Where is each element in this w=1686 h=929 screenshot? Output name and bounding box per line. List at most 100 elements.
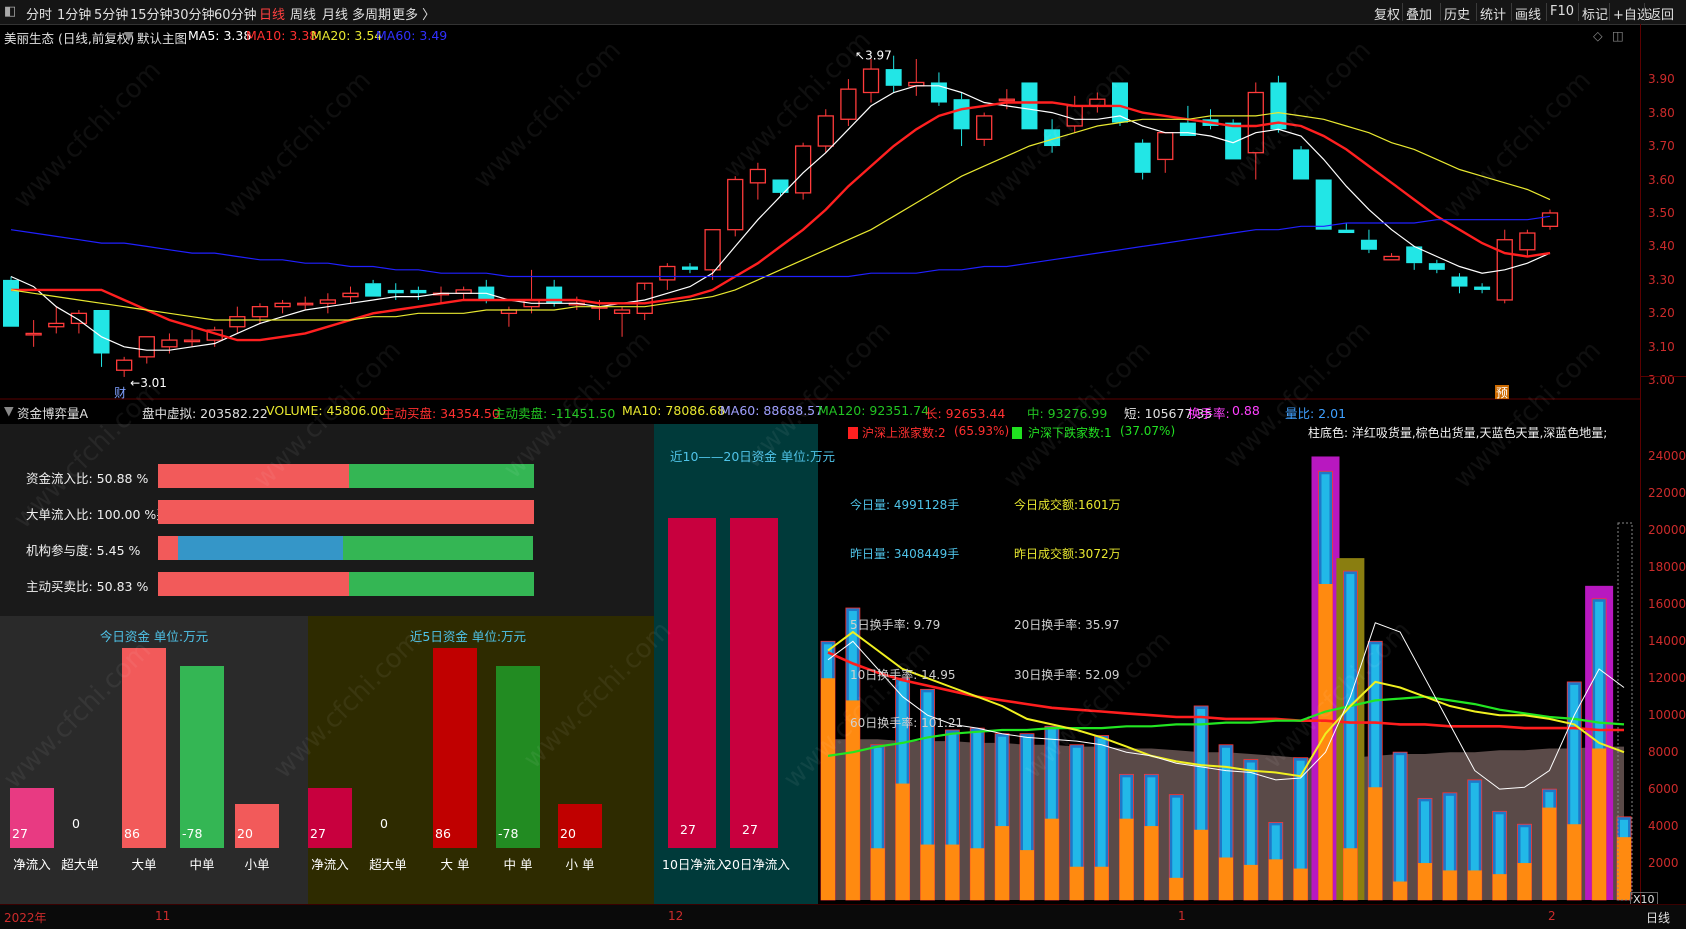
template-selector[interactable]: 默认主图: [137, 28, 187, 47]
candle: [817, 109, 834, 153]
flow-bar-category: 大单: [131, 857, 157, 872]
today-amount: 今日成交额:1601万: [1014, 498, 1121, 512]
candle: [1134, 139, 1151, 180]
toolbar-item-6[interactable]: 日线: [259, 4, 285, 23]
chart-diamond-icon[interactable]: ◇: [1593, 28, 1603, 43]
toolbar-right-item-5[interactable]: F10: [1550, 4, 1574, 19]
forecast-marker[interactable]: 预: [1496, 386, 1508, 400]
candle: [1474, 283, 1491, 294]
volume-bar: [1143, 773, 1159, 901]
ratio-bar-segment: [158, 464, 349, 488]
indicator-chevron-icon[interactable]: ▼: [4, 403, 14, 418]
toolbar-item-3[interactable]: 15分钟: [130, 4, 173, 23]
candle: [93, 310, 110, 367]
period-toolbar: ◧ 分时 1分钟 5分钟 15分钟 30分钟 60分钟 日线 周线 月线 多周期 更多 〉 复权 叠加 历史…: [0, 0, 1686, 25]
yesterday-volume: 昨日量: 3408449手: [850, 547, 960, 561]
candle: [794, 142, 812, 200]
candle: [840, 79, 857, 126]
volume-bar: [1492, 810, 1508, 901]
flow-bar-value: 27: [310, 826, 326, 841]
candle: [1293, 146, 1310, 180]
candle: [1406, 246, 1423, 270]
ratio-label-1: 大单流入比: 100.00 %买: [26, 507, 169, 522]
menu-toggle-icon[interactable]: ◧: [4, 4, 16, 19]
price-axis-label: 3.30: [1648, 272, 1675, 287]
price-axis-label: 3.10: [1648, 339, 1675, 354]
low-price-label: ←3.01: [130, 376, 167, 390]
volume-bar: [1044, 725, 1060, 901]
flow-bar-value: 0: [72, 816, 80, 831]
ma5-readout: MA5: 3.38: [188, 28, 252, 43]
volume-bar: [1193, 705, 1209, 901]
indicator-name[interactable]: 资金博弈量A: [17, 403, 88, 422]
toolbar-separator: [1609, 3, 1610, 21]
flow-bar: [730, 518, 778, 848]
flow-bar-category: 净流入: [311, 857, 349, 872]
flow-bar-value: 20: [560, 826, 576, 841]
toolbar-item-2[interactable]: 5分钟: [94, 4, 128, 23]
today-volume: 今日量: 4991128手: [850, 498, 960, 512]
toolbar-item-8[interactable]: 月线: [322, 4, 348, 23]
toolbar-right-item-8[interactable]: 返回: [1648, 4, 1674, 23]
right-axis: 3.90 3.80 3.70 3.60 3.50 3.40 3.30 3.20 3.10 3.00…: [1630, 24, 1686, 907]
bar-color-legend: 柱底色: 洋红吸货量,棕色出货量,天蓝色天量,深蓝色地量;: [1308, 426, 1608, 440]
turnover-20d: 20日换手率: 35.97: [1014, 618, 1120, 632]
candlestick-chart[interactable]: ↖3.97 ←3.01 财 预: [0, 46, 1640, 400]
date-month-12: 12: [668, 909, 684, 923]
period-daily-tab[interactable]: 日线: [1646, 909, 1670, 926]
template-chevron-icon[interactable]: ▼: [124, 28, 134, 43]
toolbar-separator: [1546, 3, 1547, 21]
toolbar-item-1[interactable]: 1分钟: [57, 4, 91, 23]
volume-bar: [820, 640, 836, 901]
main-chart-info: 美丽生态 (日线,前复权) ▼ 默认主图 MA5: 3.38 MA10: 3.3…: [0, 24, 1640, 46]
date-month-11: 11: [155, 909, 171, 923]
candle: [1157, 132, 1174, 173]
flow-bar-value: 27: [12, 826, 28, 841]
candle: [3, 276, 19, 327]
candle: [48, 306, 65, 334]
five-day-fund-panel: 近5日资金 单位:万元 27 净流入 0 超大单 86 大 单 -78 中 单 20 小 单: [308, 616, 654, 904]
zhong-readout: 中: 93276.99: [1027, 406, 1108, 421]
candle: [1202, 109, 1219, 130]
candle: [1541, 209, 1559, 230]
chart-expand-icon[interactable]: ◫: [1612, 28, 1624, 43]
candle: [613, 306, 631, 337]
toolbar-right-item-2[interactable]: 历史: [1444, 4, 1470, 23]
toolbar-item-4[interactable]: 30分钟: [172, 4, 215, 23]
volume-bar: [1243, 759, 1259, 901]
toolbar-right-item-0[interactable]: 复权: [1374, 4, 1400, 23]
flow-bar-value: -78: [498, 826, 519, 841]
flow-bar-value: 27: [680, 822, 696, 837]
finance-marker[interactable]: 财: [114, 386, 126, 400]
toolbar-right-item-3[interactable]: 统计: [1480, 4, 1506, 23]
flow-bar-category: 小单: [244, 857, 270, 872]
flow-bar-value: 86: [124, 826, 140, 841]
axis-pane-divider: [1640, 376, 1686, 377]
toolbar-right-item-1[interactable]: 叠加: [1406, 4, 1432, 23]
toolbar-right-item-6[interactable]: 标记: [1582, 4, 1608, 23]
up-legend-swatch: [848, 427, 858, 439]
flow-bar-category: 超大单: [61, 857, 99, 872]
toolbar-item-0[interactable]: 分时: [26, 4, 52, 23]
ma10-readout: MA10: 3.38: [246, 28, 318, 43]
toolbar-item-7[interactable]: 周线: [290, 4, 316, 23]
yesterday-amount: 昨日成交额:3072万: [1014, 547, 1121, 561]
flow-bar-value: 86: [435, 826, 451, 841]
price-axis-label: 3.60: [1648, 172, 1675, 187]
candle: [930, 72, 947, 106]
toolbar-item-5[interactable]: 60分钟: [214, 4, 257, 23]
toolbar-right-item-4[interactable]: 画线: [1515, 4, 1541, 23]
down-percent: (37.07%): [1120, 424, 1176, 438]
ma20-readout: MA20: 3.54: [311, 28, 383, 43]
volume-bar: [1616, 816, 1632, 901]
toolbar-item-10[interactable]: 更多 〉: [392, 4, 435, 23]
sell-readout: 主动卖盘: -11451.50: [493, 406, 616, 421]
candle: [862, 59, 880, 103]
ratio-bar-segment: [349, 572, 534, 596]
candle: [410, 286, 427, 300]
toolbar-item-9[interactable]: 多周期: [352, 4, 391, 23]
flow-bar-value: 0: [380, 816, 388, 831]
volume-bar: [1442, 792, 1458, 901]
ma60-vol-readout: MA60: 88688.57: [720, 403, 824, 418]
volume-axis-label: 6000: [1648, 782, 1679, 797]
